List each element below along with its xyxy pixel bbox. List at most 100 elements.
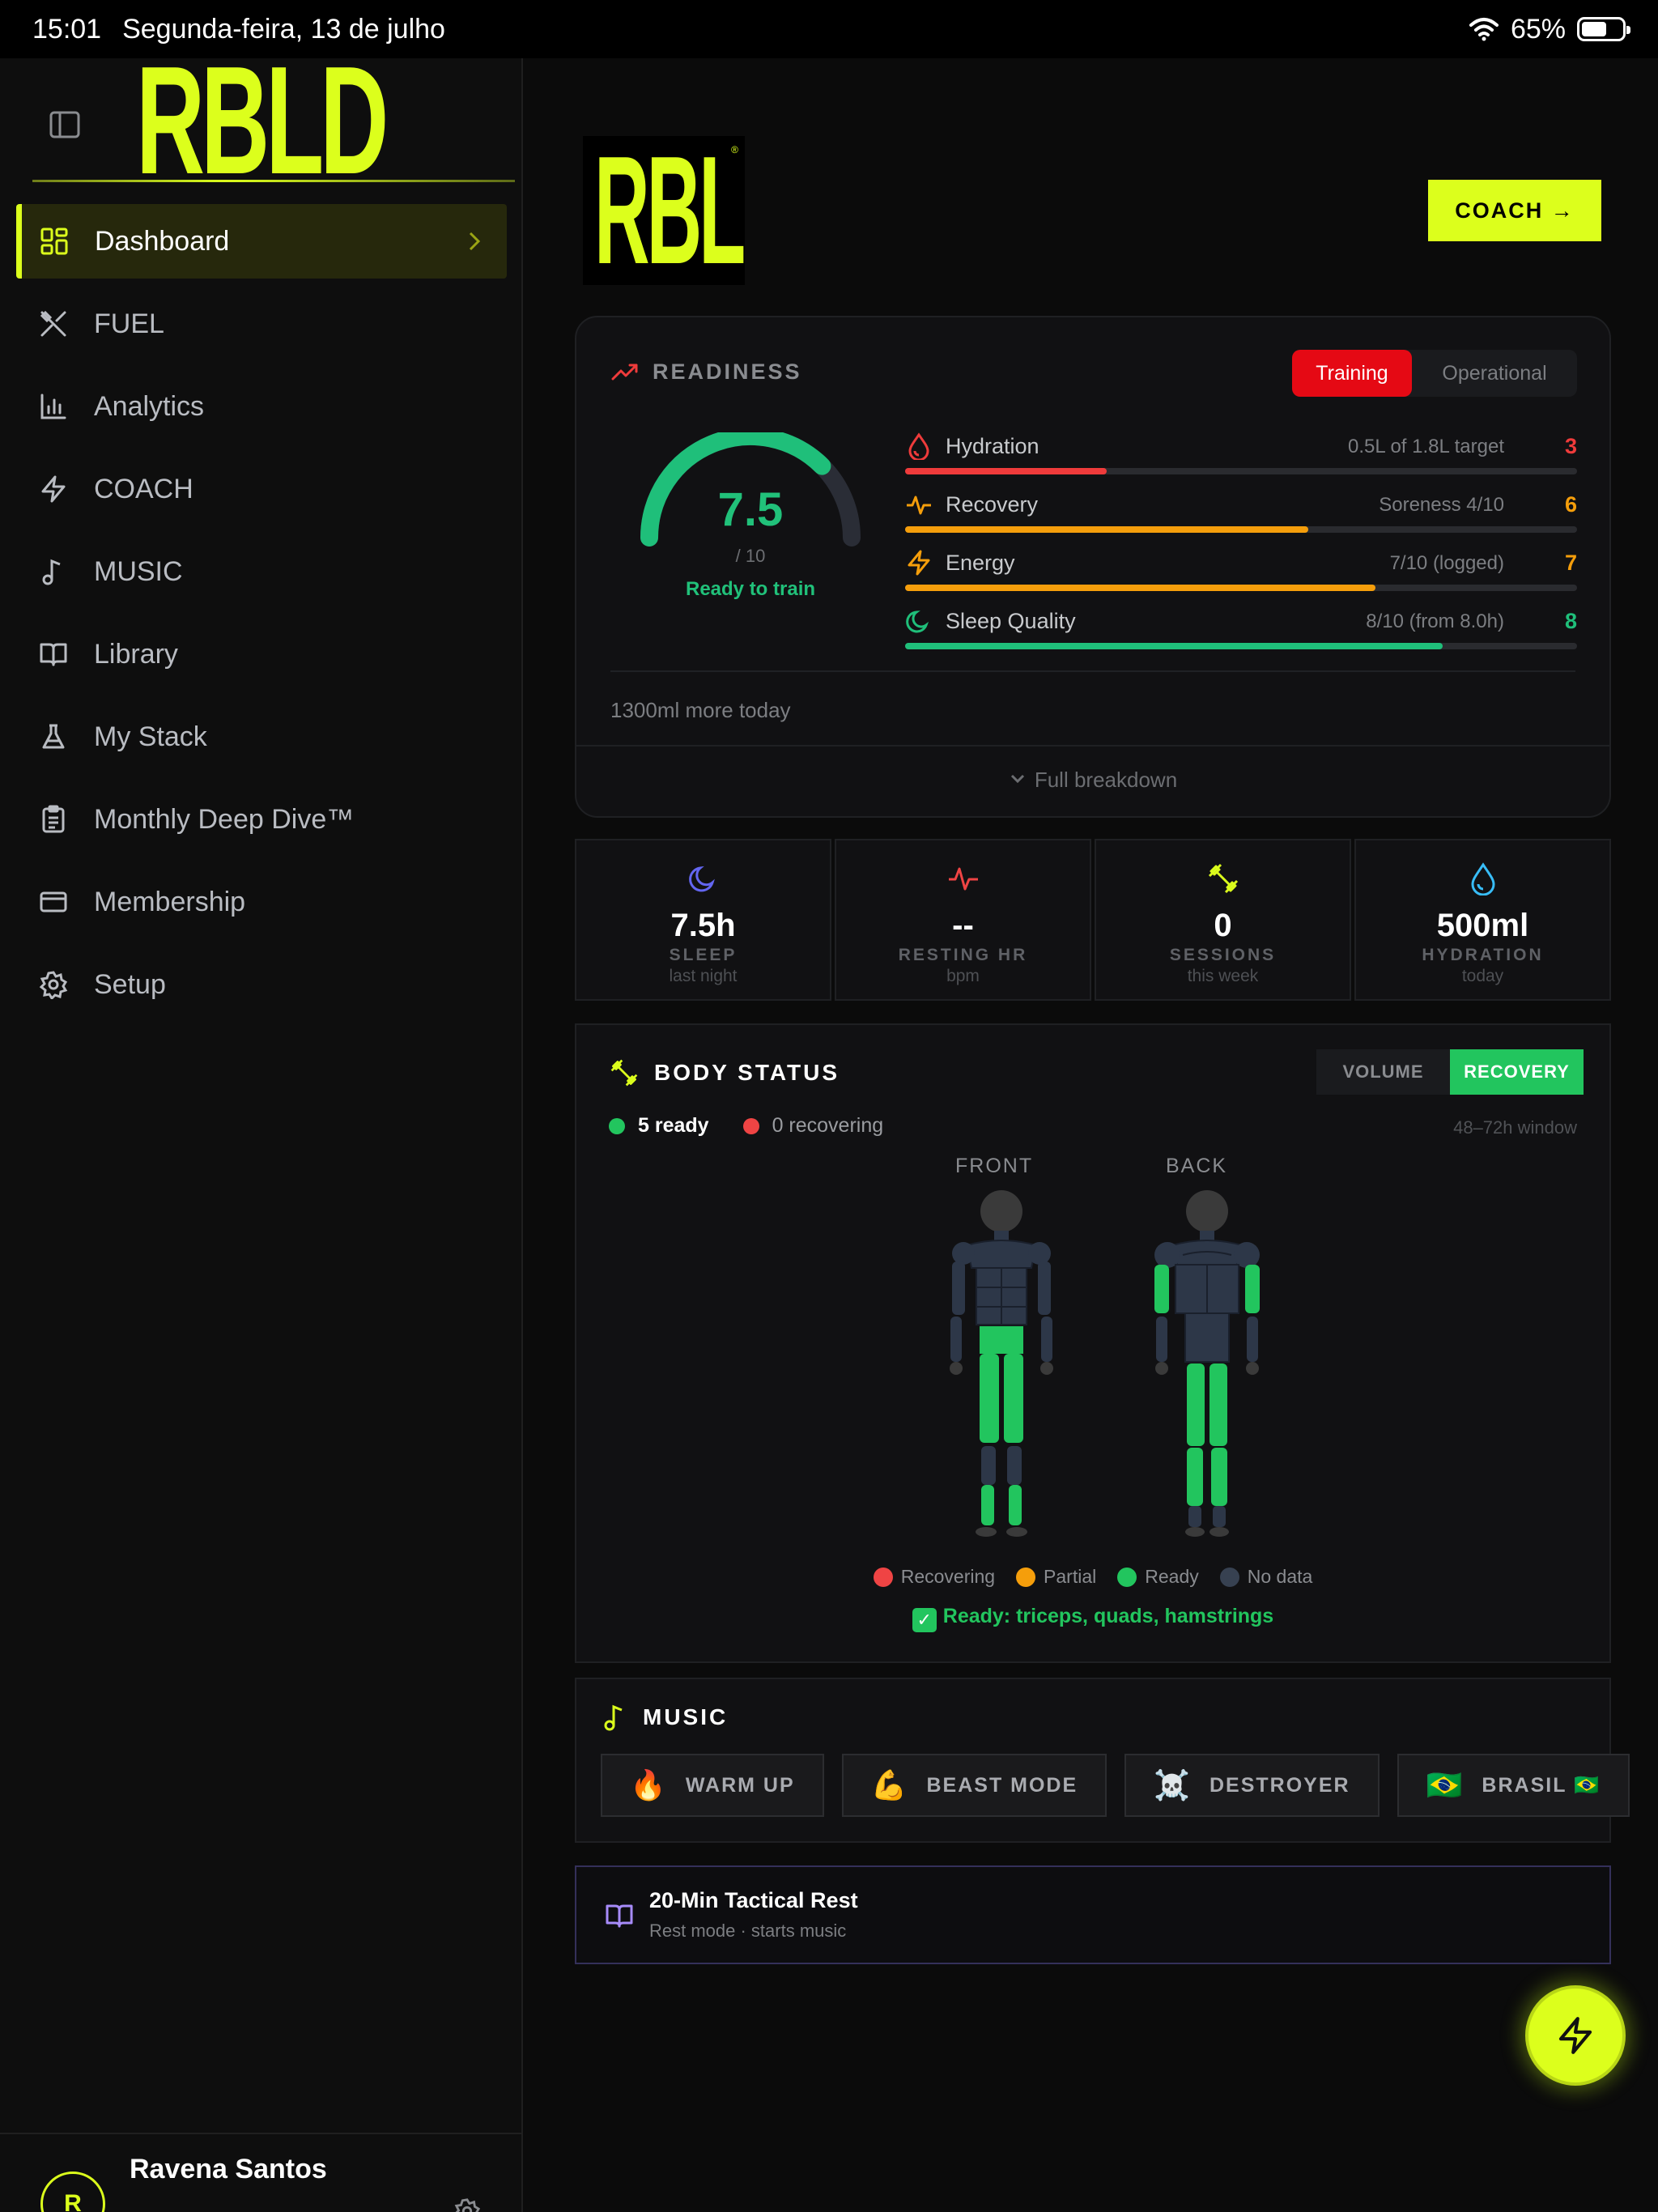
sidebar-item-music[interactable]: MUSIC bbox=[16, 534, 507, 609]
legend-label: No data bbox=[1247, 1566, 1313, 1587]
metric-detail: Soreness 4/10 bbox=[1379, 494, 1504, 516]
sidebar-item-label: My Stack bbox=[94, 721, 207, 752]
sidebar-item-fuel[interactable]: FUEL bbox=[16, 287, 507, 361]
main-content: RBLD ® COACH → READINESS Training Operat… bbox=[525, 58, 1658, 2212]
stat-label: SESSIONS bbox=[1169, 946, 1277, 964]
recovering-dot bbox=[742, 1117, 759, 1134]
sidebar-item-label: Monthly Deep Dive™ bbox=[94, 803, 355, 835]
body-status-card: BODY STATUS VOLUME RECOVERY 5 ready 0 re… bbox=[575, 1023, 1611, 1663]
sidebar-item-monthly-deep-dive[interactable]: Monthly Deep Dive™ bbox=[16, 782, 507, 857]
sidebar-item-label: MUSIC bbox=[94, 555, 183, 587]
playlist-beast-mode[interactable]: 💪 BEAST MODE bbox=[841, 1754, 1107, 1817]
quick-action-button[interactable] bbox=[1525, 1985, 1626, 2086]
sidebar-user[interactable]: R Ravena Santos bbox=[0, 2133, 521, 2212]
utensils-icon bbox=[37, 308, 70, 340]
front-body-figure[interactable] bbox=[941, 1187, 1062, 1551]
user-settings-icon[interactable] bbox=[453, 2197, 481, 2212]
metric-detail: 0.5L of 1.8L target bbox=[1347, 436, 1504, 457]
playlist-brasil[interactable]: 🇧🇷 BRASIL 🇧🇷 bbox=[1397, 1754, 1630, 1817]
metric-track bbox=[905, 526, 1577, 533]
metric-energy: Energy 7/10 (logged) 7 bbox=[905, 546, 1577, 604]
stat-value: 7.5h bbox=[670, 908, 736, 943]
sidebar-item-membership[interactable]: Membership bbox=[16, 865, 507, 939]
mode-volume-tab[interactable]: VOLUME bbox=[1316, 1049, 1450, 1095]
readiness-gauge: 7.5 / 10 Ready to train bbox=[633, 432, 868, 619]
metric-bar bbox=[905, 468, 1107, 474]
brand-logo: RBLD ® bbox=[583, 136, 745, 285]
metric-name: Energy bbox=[946, 551, 1015, 575]
recovering-count: 0 recovering bbox=[772, 1114, 884, 1137]
dashboard-icon bbox=[38, 225, 70, 257]
back-body-figure[interactable] bbox=[1146, 1187, 1268, 1551]
stat-sleep[interactable]: 7.5h SLEEP last night bbox=[575, 839, 831, 1001]
stat-sessions[interactable]: 0 SESSIONS this week bbox=[1095, 839, 1351, 1001]
ready-summary: ✓ Ready: triceps, quads, hamstrings bbox=[576, 1605, 1609, 1632]
wifi-icon bbox=[1469, 18, 1499, 41]
sidebar-item-setup[interactable]: Setup bbox=[16, 947, 507, 1022]
readiness-header: READINESS bbox=[610, 359, 802, 385]
playlist-warm-up[interactable]: 🔥 WARM UP bbox=[601, 1754, 824, 1817]
moon-icon bbox=[688, 866, 715, 892]
sidebar-toggle-button[interactable] bbox=[42, 102, 87, 147]
sidebar-item-label: Membership bbox=[94, 886, 246, 917]
rest-subtitle: Rest mode · starts music bbox=[649, 1921, 847, 1941]
metric-score: 7 bbox=[1564, 551, 1577, 575]
battery-icon bbox=[1577, 17, 1630, 41]
stat-label: RESTING HR bbox=[898, 946, 1028, 964]
battery-percent: 65% bbox=[1510, 13, 1566, 45]
heart-rate-icon bbox=[948, 867, 978, 891]
legend-item-no-data: No data bbox=[1219, 1566, 1313, 1588]
dumbbell-icon bbox=[1208, 863, 1238, 894]
user-name: Ravena Santos bbox=[130, 2154, 327, 2184]
stat-value: 500ml bbox=[1436, 908, 1529, 943]
coach-button[interactable]: COACH → bbox=[1428, 180, 1601, 241]
ready-dot bbox=[609, 1117, 625, 1134]
clipboard-icon bbox=[37, 803, 70, 836]
music-card: MUSIC 🔥 WARM UP 💪 BEAST MODE ☠️ DESTROYER 🇧… bbox=[575, 1678, 1630, 1843]
music-header: MUSIC bbox=[602, 1704, 728, 1731]
music-note-icon bbox=[37, 555, 70, 588]
metric-track bbox=[905, 643, 1577, 649]
metric-sleep-quality: Sleep Quality 8/10 (from 8.0h) 8 bbox=[905, 604, 1577, 662]
metric-track bbox=[905, 585, 1577, 591]
legend-item-recovering: Recovering bbox=[873, 1566, 996, 1588]
sidebar-header: RBLD bbox=[0, 44, 521, 198]
legend-label: Recovering bbox=[900, 1566, 996, 1587]
playlist-destroyer[interactable]: ☠️ DESTROYER bbox=[1124, 1754, 1380, 1817]
sidebar-item-dashboard[interactable]: Dashboard bbox=[16, 204, 507, 279]
stat-label: SLEEP bbox=[669, 946, 738, 964]
sidebar-item-coach[interactable]: COACH bbox=[16, 452, 507, 526]
readiness-metrics: Hydration 0.5L of 1.8L target 3 Recovery… bbox=[905, 429, 1577, 662]
moon-icon bbox=[906, 610, 929, 633]
full-breakdown-button[interactable]: Full breakdown bbox=[576, 768, 1609, 793]
metric-track bbox=[905, 468, 1577, 474]
sidebar-item-analytics[interactable]: Analytics bbox=[16, 369, 507, 444]
metric-bar bbox=[905, 585, 1375, 591]
hydration-drop-icon bbox=[908, 432, 929, 460]
readiness-mode-toggle: Training Operational bbox=[1292, 350, 1577, 397]
music-title: MUSIC bbox=[643, 1704, 729, 1729]
mode-recovery-tab[interactable]: RECOVERY bbox=[1450, 1049, 1584, 1095]
mode-training-tab[interactable]: Training bbox=[1292, 350, 1412, 397]
legend-item-partial: Partial bbox=[1016, 1566, 1096, 1588]
playlist-row: 🔥 WARM UP 💪 BEAST MODE ☠️ DESTROYER 🇧🇷 BRASI… bbox=[601, 1754, 1630, 1817]
playlist-label: BRASIL 🇧🇷 bbox=[1482, 1773, 1601, 1797]
metric-recovery: Recovery Soreness 4/10 6 bbox=[905, 487, 1577, 546]
body-status-header: BODY STATUS bbox=[609, 1057, 840, 1088]
sidebar-logo[interactable]: RBLD bbox=[136, 44, 389, 198]
readiness-score: 7.5 bbox=[717, 483, 784, 536]
stat-hydration[interactable]: 500ml HYDRATION today bbox=[1354, 839, 1611, 1001]
stat-resting-hr[interactable]: -- RESTING HR bpm bbox=[835, 839, 1091, 1001]
tactical-rest-card[interactable]: 20-Min Tactical Rest Rest mode · starts … bbox=[575, 1865, 1611, 1964]
mode-operational-tab[interactable]: Operational bbox=[1412, 350, 1577, 397]
sidebar-item-library[interactable]: Library bbox=[16, 617, 507, 691]
sidebar-item-my-stack[interactable]: My Stack bbox=[16, 700, 507, 774]
music-note-icon bbox=[604, 1704, 623, 1731]
brazil-flag-icon: 🇧🇷 bbox=[1426, 1768, 1465, 1802]
book-icon bbox=[37, 638, 70, 670]
legend-item-ready: Ready bbox=[1117, 1566, 1199, 1588]
droplet-icon bbox=[1470, 862, 1495, 896]
body-status-legend: Recovering Partial Ready No data bbox=[576, 1566, 1609, 1588]
avatar[interactable]: R bbox=[40, 2172, 105, 2212]
status-time: 15:01 bbox=[32, 13, 102, 45]
